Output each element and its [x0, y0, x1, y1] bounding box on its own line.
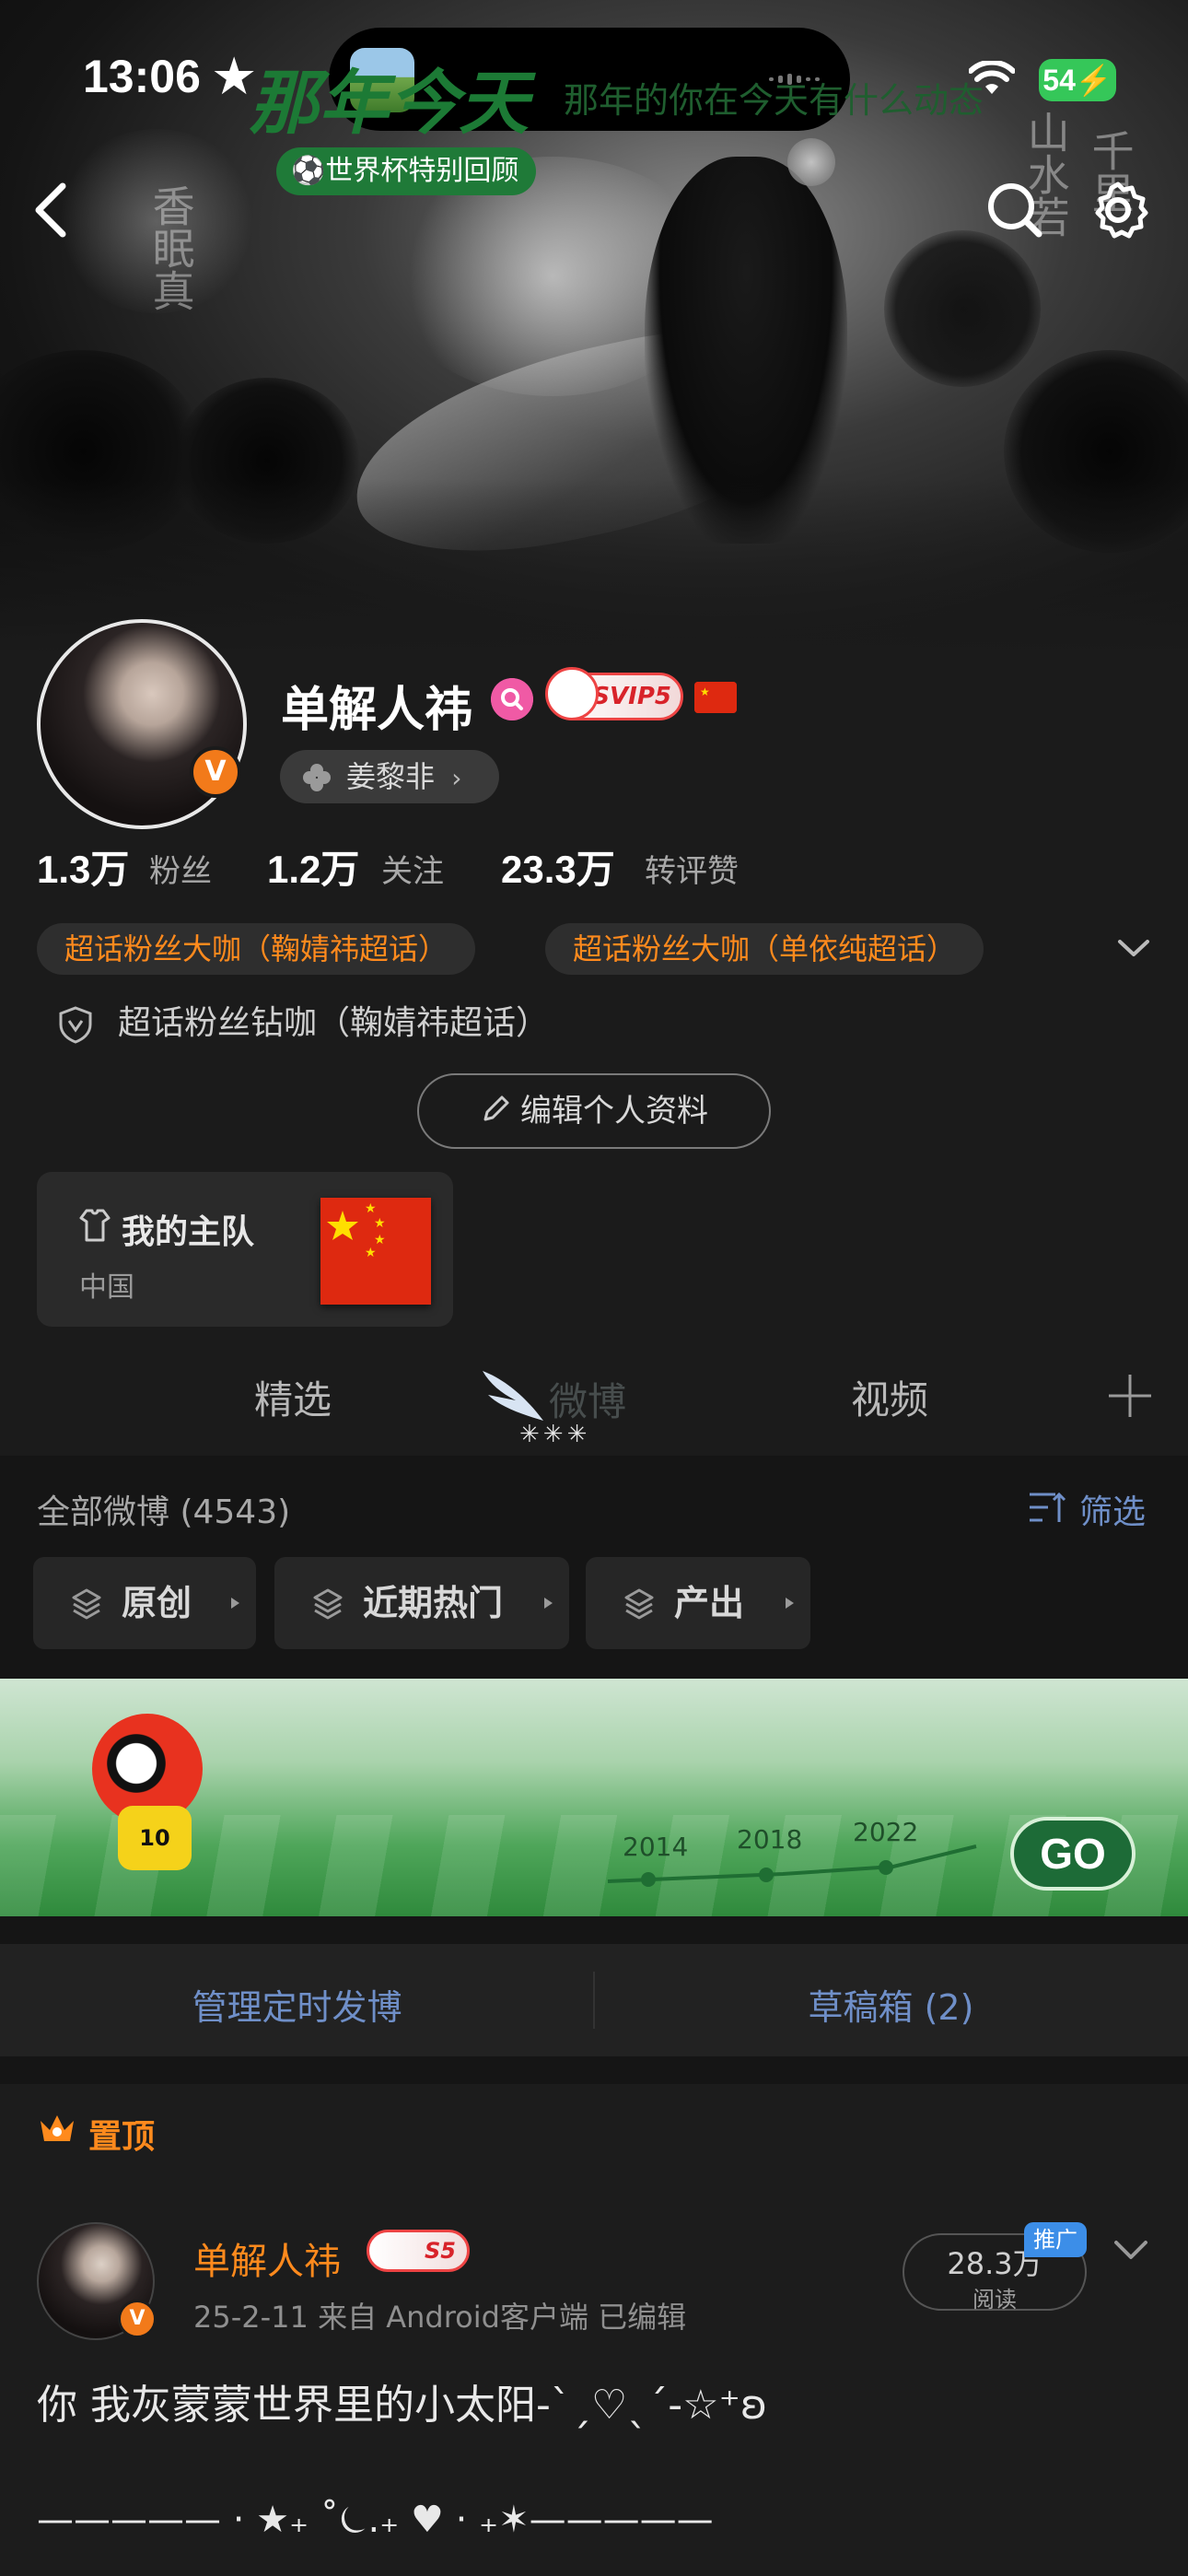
- promo-subtitle: 那年的你在今天有什么动态: [564, 80, 984, 121]
- edit-profile-label: 编辑个人资料: [520, 1093, 708, 1130]
- pinned-text: 置顶: [88, 2118, 156, 2156]
- followers-count[interactable]: 1.3万: [37, 838, 129, 895]
- promote-tag[interactable]: 推广: [1024, 2222, 1087, 2257]
- post-author-name[interactable]: 单解人祎: [193, 2231, 341, 2285]
- my-team-country: 中国: [79, 1271, 134, 1304]
- fan-group-chip[interactable]: 姜黎非 ›: [280, 750, 499, 803]
- tab-weibo-label: 微博: [549, 1379, 627, 1424]
- tab-indicator-stars: ✳✳✳: [519, 1421, 591, 1448]
- engagement-label: 转评赞: [645, 853, 739, 890]
- chevron-down-icon[interactable]: [1114, 934, 1153, 962]
- svip-mascot-icon: [545, 667, 599, 720]
- tab-weibo[interactable]: 微博 ✳✳✳: [479, 1362, 645, 1454]
- crown-icon: [41, 2115, 74, 2141]
- chip-recent-hot[interactable]: 近期热门: [274, 1557, 569, 1649]
- gear-icon[interactable]: [1085, 177, 1151, 243]
- go-button[interactable]: GO: [1010, 1817, 1136, 1891]
- pencil-icon: [483, 1095, 509, 1121]
- chevron-down-icon[interactable]: [1112, 2237, 1149, 2263]
- chip-original[interactable]: 原创: [33, 1557, 256, 1649]
- chip-output[interactable]: 产出: [586, 1557, 810, 1649]
- read-label: 阅读: [973, 2287, 1017, 2313]
- filter-label: 筛选: [1079, 1493, 1147, 1531]
- search-icon[interactable]: [982, 177, 1048, 243]
- fan-group-name: 姜黎非: [346, 759, 436, 794]
- world-cup-pill: ⚽世界杯特别回顾: [276, 147, 536, 195]
- year-2022: 2022: [853, 1817, 919, 1847]
- shield-icon: [59, 1006, 92, 1044]
- post-text: 你 我灰蒙蒙世界里的小太阳-ˋˏ♡ˎˊ-☆⁺ʚ: [37, 2382, 768, 2429]
- following-label: 关注: [381, 853, 444, 890]
- chevron-left-icon[interactable]: [20, 177, 87, 243]
- my-team-title: 我的主队: [77, 1205, 254, 1253]
- all-posts-count: 全部微博 (4543): [37, 1493, 291, 1531]
- add-tab-icon[interactable]: [1105, 1371, 1155, 1421]
- layers-icon: [313, 1588, 343, 1620]
- chip-original-label: 原创: [122, 1583, 192, 1623]
- clover-icon: [303, 764, 331, 791]
- jersey-icon: [79, 1209, 111, 1242]
- chip-recent-hot-label: 近期热门: [363, 1583, 504, 1623]
- diamond-fan-tag[interactable]: 超话粉丝钻咖（鞠婧祎超话）: [55, 1001, 549, 1047]
- post-meta: 25-2-11 来自 Android客户端 已编辑: [193, 2300, 687, 2335]
- my-team-card[interactable]: 我的主队 中国 ★ ★ ★ ★: [37, 1172, 453, 1327]
- year-2014: 2014: [623, 1832, 689, 1862]
- following-count[interactable]: 1.2万: [267, 838, 359, 895]
- filter-icon: [1030, 1492, 1066, 1522]
- svg-text:★: ★: [365, 1246, 377, 1260]
- pinned-label: 置顶: [37, 2110, 155, 2158]
- svg-text:★: ★: [700, 685, 710, 698]
- svg-text:★: ★: [365, 1201, 377, 1216]
- edit-profile-button[interactable]: 编辑个人资料: [417, 1073, 771, 1149]
- diamond-fan-label: 超话粉丝钻咖（鞠婧祎超话）: [118, 1004, 550, 1042]
- year-2018: 2018: [737, 1824, 803, 1855]
- layers-icon: [72, 1588, 101, 1620]
- battery-indicator: 54⚡: [1039, 59, 1116, 101]
- tab-featured[interactable]: 精选: [254, 1369, 332, 1425]
- promo-title: 那年今天: [249, 62, 529, 144]
- superfan-tag-1[interactable]: 超话粉丝大咖（鞠婧祎超话）: [37, 923, 476, 975]
- layers-icon: [624, 1588, 654, 1620]
- china-flag-image: ★★★★: [320, 1198, 431, 1305]
- chip-output-label: 产出: [674, 1583, 745, 1623]
- svip-level-badge: S5: [367, 2230, 470, 2272]
- profile-username: 单解人祎: [281, 683, 473, 738]
- engagement-count[interactable]: 23.3万: [501, 838, 615, 895]
- drafts-button[interactable]: 草稿箱 (2): [594, 1979, 1188, 2030]
- chevron-right-icon: ›: [451, 763, 462, 793]
- mascot-jersey: 10: [118, 1806, 192, 1870]
- verified-badge: V: [190, 746, 241, 798]
- status-time: 13:06 ★: [83, 51, 255, 102]
- superfan-tag-2[interactable]: 超话粉丝大咖（单依纯超话）: [545, 923, 984, 975]
- post-decoration-line: ————— · ★₊ ˚⏾.₊ ♥ · ₊✶—————: [37, 2499, 714, 2541]
- my-team-title-text: 我的主队: [122, 1213, 255, 1251]
- search-badge-icon[interactable]: [491, 678, 533, 720]
- verified-badge: V: [118, 2300, 157, 2338]
- china-flag-icon: ★: [694, 682, 737, 713]
- scheduled-posts-button[interactable]: 管理定时发博: [0, 1979, 594, 2030]
- followers-label: 粉丝: [149, 853, 212, 890]
- filter-button[interactable]: 筛选: [1028, 1485, 1146, 1533]
- tab-videos[interactable]: 视频: [851, 1369, 928, 1425]
- svg-text:★: ★: [374, 1216, 386, 1231]
